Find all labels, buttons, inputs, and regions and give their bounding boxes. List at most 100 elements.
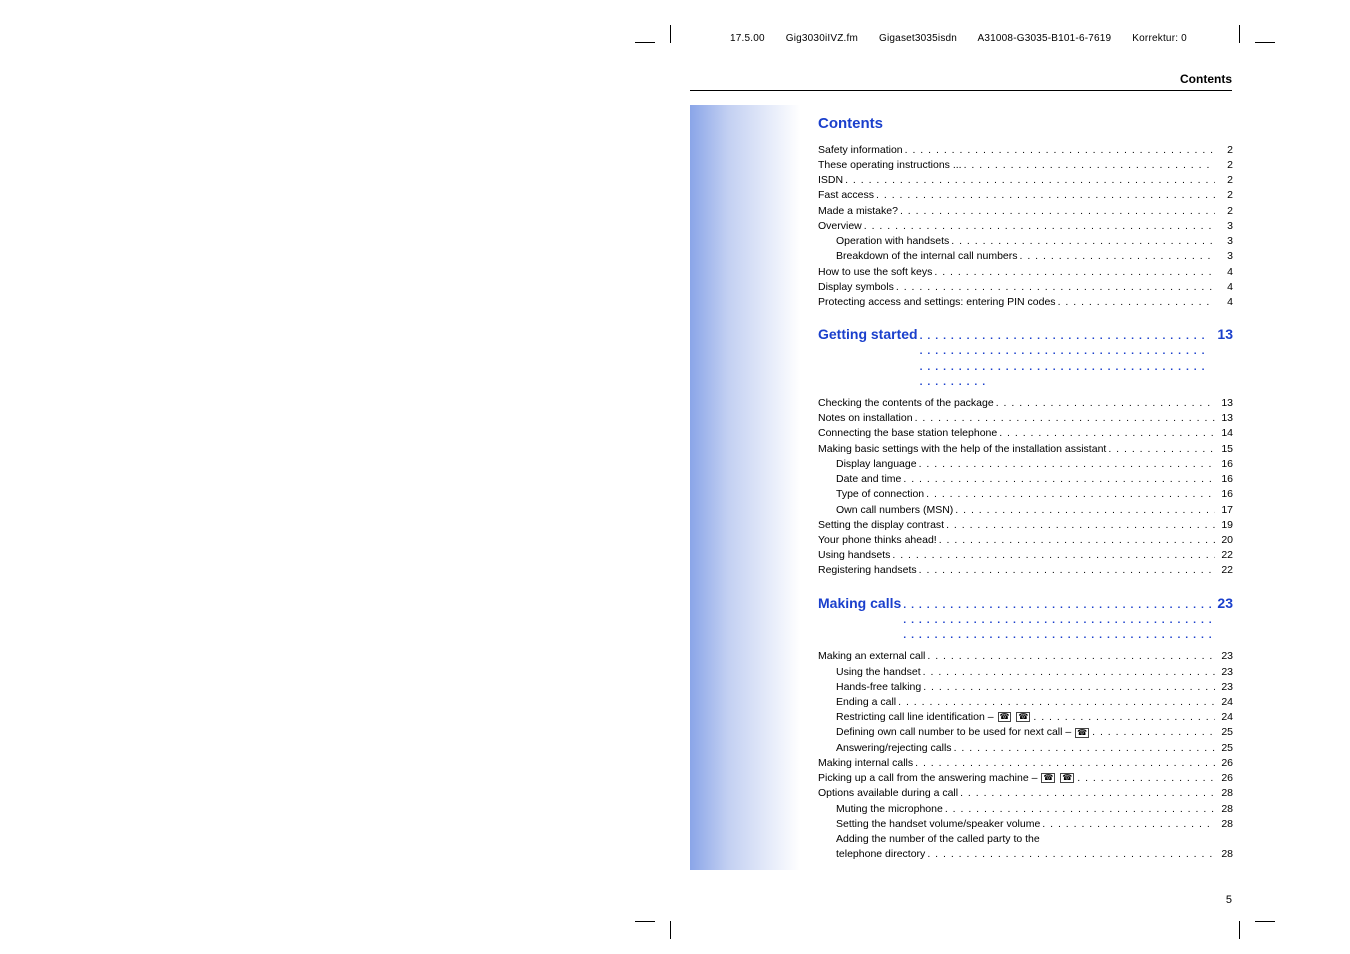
meta-file: Gig3030iIVZ.fm: [786, 33, 858, 44]
toc-entry: Using the handset . . . . . . . . . . . …: [818, 665, 1233, 680]
leader-dots: . . . . . . . . . . . . . . . . . . . . …: [997, 426, 1215, 441]
toc-entry-label: Type of connection: [836, 487, 924, 502]
crop-mark: [1255, 42, 1275, 43]
toc-entry-label: Answering/rejecting calls: [836, 741, 952, 756]
toc-entry-label: Breakdown of the internal call numbers: [836, 249, 1018, 264]
toc-entry-label: Connecting the base station telephone: [818, 426, 997, 441]
feature-icon: ☎: [1016, 712, 1030, 722]
toc-entry-page: 28: [1215, 786, 1233, 801]
leader-dots: . . . . . . . . . . . . . . . . . . . . …: [913, 756, 1215, 771]
toc-entry: ISDN . . . . . . . . . . . . . . . . . .…: [818, 173, 1233, 188]
toc-entry-label: How to use the soft keys: [818, 265, 932, 280]
toc-entry-page: 4: [1215, 295, 1233, 310]
leader-dots: . . . . . . . . . . . . . . . . . . . . …: [901, 472, 1215, 487]
toc-entry: Display symbols . . . . . . . . . . . . …: [818, 280, 1233, 295]
toc-entry: Fast access . . . . . . . . . . . . . . …: [818, 188, 1233, 203]
toc-entry: Using handsets . . . . . . . . . . . . .…: [818, 548, 1233, 563]
toc-entry-page: 15: [1215, 442, 1233, 457]
toc-entry-label: Using handsets: [818, 548, 890, 563]
toc-entry: Restricting call line identification – ☎…: [818, 710, 1233, 725]
toc-entry-label: Hands-free talking: [836, 680, 921, 695]
toc-entry: Your phone thinks ahead! . . . . . . . .…: [818, 533, 1233, 548]
leader-dots: . . . . . . . . . . . . . . . . . . . . …: [896, 695, 1215, 710]
toc-entry-page: 22: [1215, 548, 1233, 563]
toc-entry-label: Display language: [836, 457, 917, 472]
toc-entry: How to use the soft keys . . . . . . . .…: [818, 265, 1233, 280]
leader-dots: . . . . . . . . . . . . . . . . . . . . …: [890, 548, 1215, 563]
leader-dots: . . . . . . . . . . . . . . . . . . . . …: [921, 680, 1215, 695]
toc-entry-page: 28: [1215, 802, 1233, 817]
toc-entry-label: telephone directory: [836, 847, 925, 862]
toc-entry-label: Your phone thinks ahead!: [818, 533, 937, 548]
toc-entry: Options available during a call . . . . …: [818, 786, 1233, 801]
toc-entry: These operating instructions ... . . . .…: [818, 158, 1233, 173]
leader-dots: . . . . . . . . . . . . . . . . . . . . …: [953, 503, 1215, 518]
toc-entry-label: Making basic settings with the help of t…: [818, 442, 1106, 457]
toc-entry: Type of connection . . . . . . . . . . .…: [818, 487, 1233, 502]
toc-entry-label: Fast access: [818, 188, 874, 203]
toc-entry-label: Adding the number of the called party to…: [836, 832, 1040, 847]
leader-dots: . . . . . . . . . . . . . . . . . . . . …: [952, 741, 1215, 756]
leader-dots: . . . . . . . . . . . . . . . . . . . . …: [901, 598, 1215, 644]
toc-section-page: 23: [1215, 593, 1233, 613]
meta-product: Gigaset3035isdn: [879, 33, 957, 44]
toc-entry-label: Setting the handset volume/speaker volum…: [836, 817, 1040, 832]
toc-entry: Making internal calls . . . . . . . . . …: [818, 756, 1233, 771]
toc-entry-page: 2: [1215, 204, 1233, 219]
toc-section-title: Making calls: [818, 593, 901, 613]
feature-icon: ☎: [1041, 773, 1055, 783]
toc-entry-page: 20: [1215, 533, 1233, 548]
leader-dots: . . . . . . . . . . . . . . . . . . . . …: [937, 533, 1215, 548]
leader-dots: . . . . . . . . . . . . . . . . . . . . …: [943, 802, 1215, 817]
toc-entry: Own call numbers (MSN) . . . . . . . . .…: [818, 503, 1233, 518]
toc-entry-label: Operation with handsets: [836, 234, 949, 249]
toc-entry-page: 28: [1215, 847, 1233, 862]
toc-entry-page: 19: [1215, 518, 1233, 533]
toc-entry-label: Made a mistake?: [818, 204, 898, 219]
toc-content: ContentsSafety information . . . . . . .…: [818, 113, 1233, 862]
crop-mark: [670, 921, 671, 939]
leader-dots: . . . . . . . . . . . . . . . . . . . . …: [1040, 817, 1215, 832]
toc-entry-page: 3: [1215, 249, 1233, 264]
toc-entry-page: 24: [1215, 695, 1233, 710]
toc-entry-label: ISDN: [818, 173, 843, 188]
toc-entry-label: Options available during a call: [818, 786, 958, 801]
leader-dots: . . . . . . . . . . . . . . . . . . . . …: [913, 411, 1215, 426]
leader-dots: . . . . . . . . . . . . . . . . . . . . …: [924, 487, 1215, 502]
leader-dots: . . . . . . . . . . . . . . . . . . . . …: [949, 234, 1215, 249]
toc-entry-label: Restricting call line identification – ☎…: [836, 710, 1031, 725]
toc-entry-page: 16: [1215, 457, 1233, 472]
toc-entry: Display language . . . . . . . . . . . .…: [818, 457, 1233, 472]
toc-entry: Setting the display contrast . . . . . .…: [818, 518, 1233, 533]
toc-entry-page: 2: [1215, 143, 1233, 158]
feature-icon: ☎: [998, 712, 1012, 722]
leader-dots: . . . . . . . . . . . . . . . . . . . . …: [932, 265, 1215, 280]
toc-section-page: 13: [1215, 324, 1233, 344]
toc-entry-page: 25: [1215, 725, 1233, 740]
leader-dots: . . . . . . . . . . . . . . . . . . . . …: [925, 649, 1215, 664]
toc-entry: Made a mistake? . . . . . . . . . . . . …: [818, 204, 1233, 219]
page-number: 5: [1226, 894, 1232, 906]
toc-entry: Muting the microphone . . . . . . . . . …: [818, 802, 1233, 817]
leader-dots: . . . . . . . . . . . . . . . . . . . . …: [921, 665, 1215, 680]
toc-entry: Date and time . . . . . . . . . . . . . …: [818, 472, 1233, 487]
toc-entry-page: 26: [1215, 756, 1233, 771]
crop-mark: [1239, 921, 1240, 939]
leader-dots: . . . . . . . . . . . . . . . . . . . . …: [962, 158, 1215, 173]
leader-dots: . . . . . . . . . . . . . . . . . . . . …: [918, 329, 1215, 390]
meta-time: 17.5.00: [730, 33, 765, 44]
toc-entry-page: 13: [1215, 411, 1233, 426]
leader-dots: . . . . . . . . . . . . . . . . . . . . …: [1056, 295, 1215, 310]
leader-dots: . . . . . . . . . . . . . . . . . . . . …: [1106, 442, 1215, 457]
crop-mark: [635, 921, 655, 922]
leader-dots: . . . . . . . . . . . . . . . . . . . . …: [898, 204, 1215, 219]
toc-entry: Safety information . . . . . . . . . . .…: [818, 143, 1233, 158]
leader-dots: . . . . . . . . . . . . . . . . . . . . …: [1031, 710, 1215, 725]
leader-dots: . . . . . . . . . . . . . . . . . . . . …: [874, 188, 1215, 203]
toc-entry: Hands-free talking . . . . . . . . . . .…: [818, 680, 1233, 695]
toc-entry: Overview . . . . . . . . . . . . . . . .…: [818, 219, 1233, 234]
leader-dots: . . . . . . . . . . . . . . . . . . . . …: [1075, 771, 1215, 786]
toc-entry: Checking the contents of the package . .…: [818, 396, 1233, 411]
toc-entry-page: 4: [1215, 265, 1233, 280]
meta-korrektur: Korrektur: 0: [1132, 33, 1187, 44]
